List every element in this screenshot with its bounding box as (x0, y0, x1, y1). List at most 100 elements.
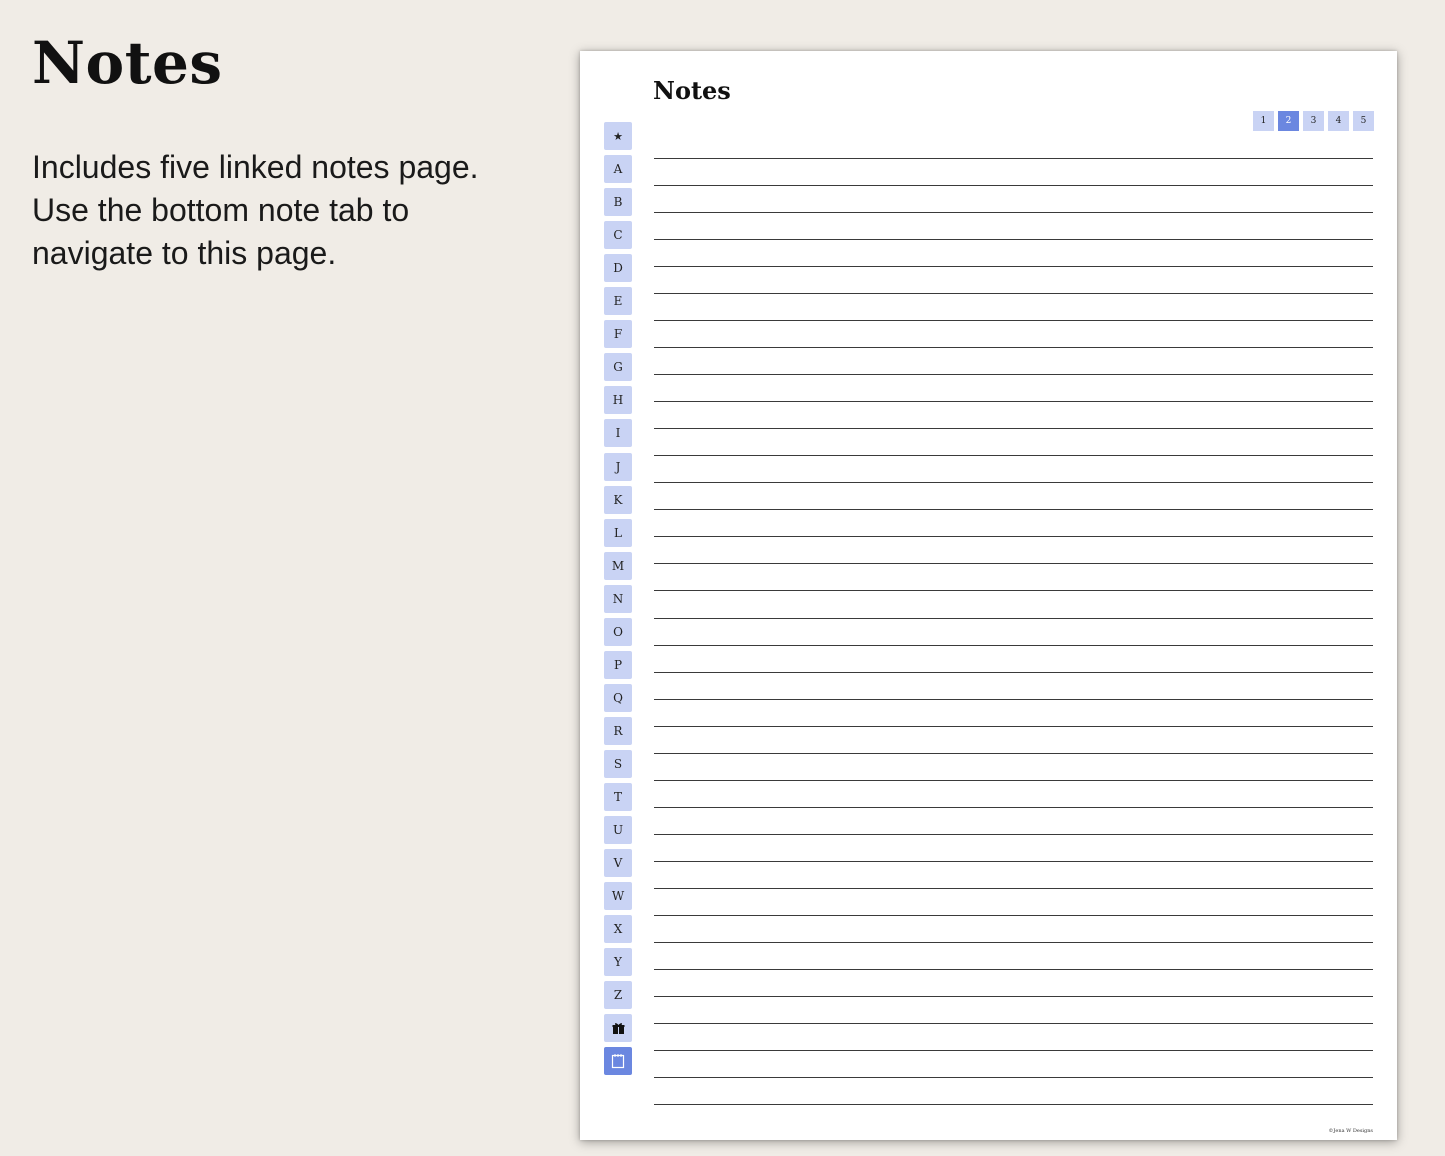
tab-label: L (614, 525, 622, 540)
notes-page-preview: Notes 12345 ★ A B C D E F G H I J K L M N O P Q R S T U V W X Y Z … (580, 51, 1397, 1140)
ruled-line (654, 671, 1373, 673)
ruled-line (654, 455, 1373, 457)
description-line: Includes five linked notes page. (32, 149, 479, 185)
ruled-line (654, 374, 1373, 376)
ruled-line (654, 347, 1373, 349)
main-heading: Notes (32, 29, 223, 97)
tab-label: F (613, 327, 623, 342)
page-tabs: 12345 (1253, 111, 1374, 131)
tab-d[interactable]: D (604, 254, 632, 283)
tab-label: V (613, 856, 623, 871)
ruled-line (654, 779, 1373, 781)
tab-i[interactable]: I (604, 419, 632, 448)
tab-h[interactable]: H (604, 386, 632, 415)
ruled-line (654, 806, 1373, 808)
tab-label: W (611, 889, 625, 904)
ruled-line (654, 725, 1373, 727)
tab-label: E (613, 294, 623, 309)
tab-notepad[interactable] (604, 1047, 632, 1076)
tab-label: J (615, 459, 621, 474)
tab-u[interactable]: U (604, 816, 632, 845)
gift-icon (612, 1022, 625, 1035)
tab-label: P (613, 657, 623, 672)
tab-label: R (613, 723, 623, 738)
tab-c[interactable]: C (604, 221, 632, 250)
ruled-line (654, 590, 1373, 592)
page-tab-3[interactable]: 3 (1303, 111, 1324, 131)
ruled-line (654, 428, 1373, 430)
copyright: ©Jena W Designs (1328, 1128, 1373, 1134)
tab-w[interactable]: W (604, 882, 632, 911)
tab-k[interactable]: K (604, 485, 632, 514)
tab-q[interactable]: Q (604, 683, 632, 712)
tab-label: G (613, 360, 623, 375)
ruled-line (654, 887, 1373, 889)
tab-label: I (615, 426, 621, 441)
ruled-line (654, 185, 1373, 187)
tab-b[interactable]: B (604, 188, 632, 217)
ruled-line (654, 266, 1373, 268)
tab-y[interactable]: Y (604, 948, 632, 977)
tab-star[interactable]: ★ (604, 122, 632, 150)
ruled-line (654, 509, 1373, 511)
ruled-line (654, 914, 1373, 916)
ruled-line (654, 536, 1373, 538)
tab-label: M (611, 558, 625, 573)
tab-m[interactable]: M (604, 551, 632, 580)
ruled-line (654, 941, 1373, 943)
star-icon: ★ (613, 129, 623, 143)
description-line: Use the bottom note tab to (32, 192, 410, 228)
description: Includes five linked notes page. Use the… (32, 146, 532, 275)
ruled-lines (654, 158, 1373, 1108)
ruled-line (654, 1022, 1373, 1024)
page-tab-5[interactable]: 5 (1353, 111, 1374, 131)
tab-f[interactable]: F (604, 320, 632, 349)
ruled-line (654, 860, 1373, 862)
tab-label: X (613, 922, 623, 937)
tab-s[interactable]: S (604, 749, 632, 778)
notepad-icon (611, 1053, 625, 1069)
ruled-line (654, 563, 1373, 565)
tab-label: O (613, 624, 623, 639)
page-tab-4[interactable]: 4 (1328, 111, 1349, 131)
ruled-line (654, 1049, 1373, 1051)
description-line: navigate to this page. (32, 235, 337, 271)
ruled-line (654, 644, 1373, 646)
tab-v[interactable]: V (604, 849, 632, 878)
ruled-line (654, 212, 1373, 214)
ruled-line (654, 1104, 1373, 1106)
tab-g[interactable]: G (604, 353, 632, 382)
page-tab-2[interactable]: 2 (1278, 111, 1299, 131)
tab-gift[interactable] (604, 1014, 632, 1043)
tab-z[interactable]: Z (604, 981, 632, 1010)
tab-label: K (613, 492, 623, 507)
tab-j[interactable]: J (604, 452, 632, 481)
ruled-line (654, 239, 1373, 241)
ruled-line (654, 293, 1373, 295)
ruled-line (654, 1077, 1373, 1079)
page-title: Notes (653, 76, 731, 105)
tab-t[interactable]: T (604, 783, 632, 811)
ruled-line (654, 968, 1373, 970)
ruled-line (654, 320, 1373, 322)
tab-o[interactable]: O (604, 617, 632, 646)
tab-label: Z (613, 988, 623, 1003)
tab-e[interactable]: E (604, 287, 632, 316)
tab-a[interactable]: A (604, 155, 632, 184)
tab-x[interactable]: X (604, 915, 632, 944)
tab-n[interactable]: N (604, 584, 632, 613)
ruled-line (654, 698, 1373, 700)
ruled-line (654, 158, 1373, 159)
tab-label: B (613, 195, 623, 210)
tab-p[interactable]: P (604, 650, 632, 679)
tab-label: C (613, 228, 623, 243)
ruled-line (654, 995, 1373, 997)
tab-label: S (613, 756, 623, 771)
page-tab-1[interactable]: 1 (1253, 111, 1274, 131)
tab-label: Y (614, 955, 622, 970)
tab-label: D (613, 261, 623, 276)
tab-label: H (612, 393, 624, 408)
tab-r[interactable]: R (604, 716, 632, 745)
ruled-line (654, 401, 1373, 403)
tab-l[interactable]: L (604, 518, 632, 547)
